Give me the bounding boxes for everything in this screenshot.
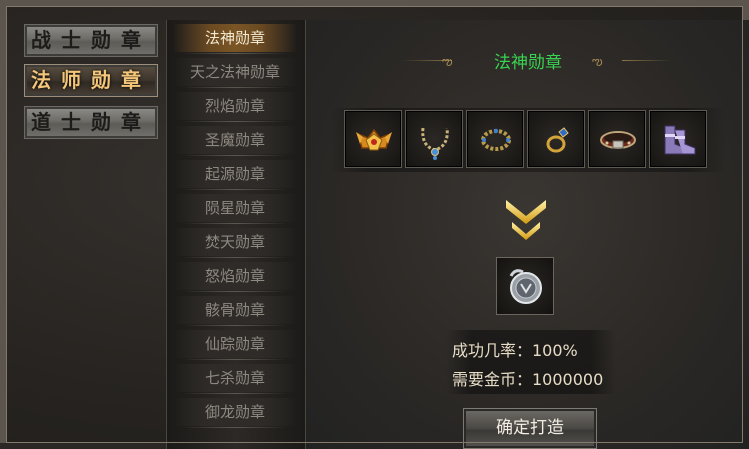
- material-slot-1[interactable]: [344, 110, 402, 168]
- medal-item-qiyuan[interactable]: 起源勋章: [173, 160, 297, 190]
- material-slot-5[interactable]: [588, 110, 646, 168]
- medal-icon: [509, 269, 542, 304]
- boots-icon: [664, 125, 696, 155]
- belt-icon: [600, 131, 636, 149]
- medal-item-nuyan[interactable]: 怒焰勋章: [173, 262, 297, 292]
- ring-icon: [546, 127, 569, 153]
- medal-item-label: 起源勋章: [204, 165, 265, 183]
- medal-item-label: 烈焰勋章: [204, 97, 265, 115]
- medal-list: 法神勋章 天之法神勋章 烈焰勋章 圣魔勋章 起源勋章 陨星勋章 焚天勋章 怒焰勋…: [166, 20, 306, 449]
- medal-item-label: 七杀勋章: [204, 369, 265, 387]
- medal-item-label: 怒焰勋章: [204, 267, 265, 285]
- medal-item-xianzong[interactable]: 仙踪勋章: [173, 330, 297, 360]
- medal-item-lieyan[interactable]: 烈焰勋章: [173, 92, 297, 122]
- material-slot-2[interactable]: [405, 110, 463, 168]
- material-slot-6[interactable]: [649, 110, 707, 168]
- medal-item-label: 天之法神勋章: [189, 63, 280, 81]
- medal-item-fashen[interactable]: 法神勋章: [173, 24, 297, 54]
- medal-item-yulong[interactable]: 御龙勋章: [173, 398, 297, 428]
- medal-item-label: 御龙勋章: [204, 403, 265, 421]
- winged-crown-icon: [356, 128, 392, 151]
- class-tab-mage[interactable]: 法师勋章: [24, 64, 158, 97]
- medal-item-qisha[interactable]: 七杀勋章: [173, 364, 297, 394]
- bead-bracelet-icon: [481, 128, 511, 151]
- material-slot-4[interactable]: [527, 110, 585, 168]
- success-rate-text: 成功几率：100%: [452, 341, 578, 360]
- title-ornament-right: [622, 60, 672, 61]
- class-tab-warrior[interactable]: 战士勋章: [24, 24, 158, 57]
- material-slot-3[interactable]: [466, 110, 524, 168]
- medal-item-haigu[interactable]: 骸骨勋章: [173, 296, 297, 326]
- medal-item-label: 骸骨勋章: [204, 301, 265, 319]
- swirl-ornament-icon: ఌ: [592, 54, 603, 68]
- medal-item-label: 仙踪勋章: [204, 335, 265, 353]
- medal-item-label: 陨星勋章: [204, 199, 265, 217]
- necklace-icon: [421, 127, 449, 160]
- medal-item-yunxing[interactable]: 陨星勋章: [173, 194, 297, 224]
- class-tab-column: 战士勋章 法师勋章 道士勋章: [20, 20, 160, 449]
- class-tab-taoist[interactable]: 道士勋章: [24, 106, 158, 139]
- gold-required-text: 需要金币：1000000: [452, 370, 604, 389]
- result-slot[interactable]: [496, 257, 554, 315]
- crafting-panel: ఌ 法神勋章 ఌ 成功几率：100% 需要金币：1000000 确定打造: [305, 20, 749, 449]
- medal-item-label: 圣魔勋章: [204, 131, 265, 149]
- medal-item-fentian[interactable]: 焚天勋章: [173, 228, 297, 258]
- medal-item-label: 焚天勋章: [204, 233, 265, 251]
- medal-item-tianzhi-fashen[interactable]: 天之法神勋章: [173, 58, 297, 88]
- panel-title: 法神勋章: [494, 53, 562, 73]
- medal-item-label: 法神勋章: [204, 29, 265, 47]
- chevron-down-icon: [506, 200, 546, 240]
- window-frame: 战士勋章 法师勋章 道士勋章 法神勋章 天之法神勋章 烈焰勋章 圣魔勋章 起源勋…: [0, 0, 749, 449]
- medal-item-shengmo[interactable]: 圣魔勋章: [173, 126, 297, 156]
